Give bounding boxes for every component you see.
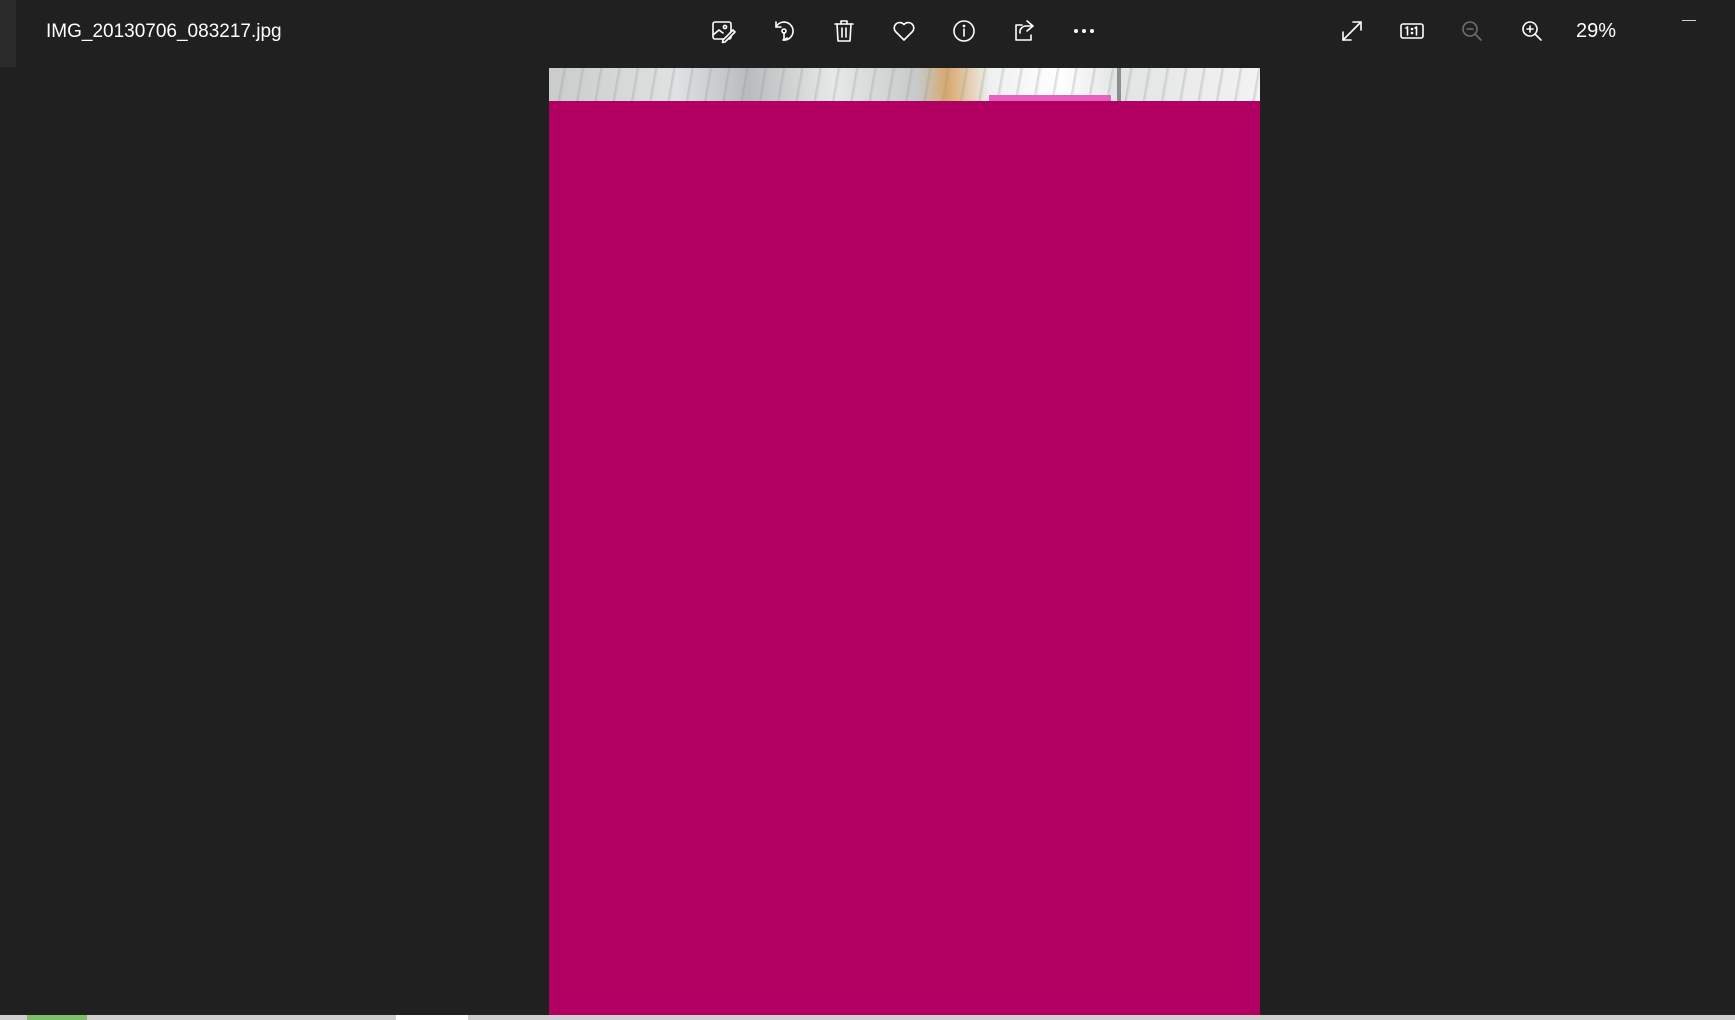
- share-button[interactable]: [1006, 13, 1042, 49]
- photo-window-post: [1117, 68, 1121, 101]
- trash-icon: [834, 20, 854, 42]
- photo-pink-highlight: [989, 95, 1111, 101]
- edit-image-button[interactable]: [705, 13, 741, 49]
- photo-viewer-window: IMG_20130706_083217.jpg 29%: [0, 0, 1735, 1020]
- one-to-one-icon: [1400, 23, 1424, 39]
- zoom-out-icon: [1462, 21, 1482, 41]
- bottom-filmstrip: [0, 1015, 1735, 1020]
- rotate-icon: [775, 21, 794, 41]
- more-ellipsis-icon: [1073, 29, 1094, 34]
- filmstrip-thumbnail-green[interactable]: [27, 1015, 87, 1020]
- edit-image-icon: [712, 21, 736, 44]
- file-name-label: IMG_20130706_083217.jpg: [46, 21, 282, 42]
- actual-size-button[interactable]: [1394, 13, 1430, 49]
- info-button[interactable]: [946, 13, 982, 49]
- zoom-in-icon: [1522, 21, 1542, 41]
- title-bar: IMG_20130706_083217.jpg 29%: [0, 0, 1735, 64]
- fullscreen-button[interactable]: [1334, 13, 1370, 49]
- info-icon: [953, 20, 975, 42]
- share-icon: [1015, 20, 1034, 41]
- rotate-button[interactable]: [766, 13, 802, 49]
- zoom-level-readout[interactable]: 29%: [1576, 18, 1616, 44]
- photo-top-texture: [549, 68, 1260, 101]
- delete-button[interactable]: [826, 13, 862, 49]
- heart-icon: [893, 21, 915, 41]
- favorite-button[interactable]: [886, 13, 922, 49]
- minimize-button[interactable]: [1682, 20, 1696, 21]
- zoom-in-button[interactable]: [1514, 13, 1550, 49]
- expand-icon: [1342, 21, 1362, 41]
- filmstrip-thumbnail[interactable]: [396, 1015, 468, 1020]
- zoom-out-button[interactable]: [1454, 13, 1490, 49]
- more-button[interactable]: [1066, 13, 1102, 49]
- photo-canvas[interactable]: [549, 68, 1260, 1015]
